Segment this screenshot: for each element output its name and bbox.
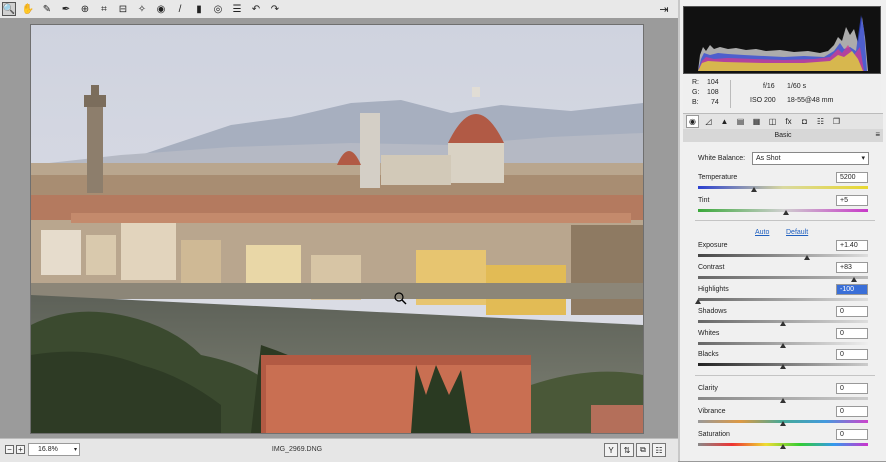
slider-thumb[interactable] [780, 444, 786, 449]
crop-tool-icon[interactable]: ⌗ [97, 2, 111, 16]
rotate-left-icon[interactable]: ↶ [249, 2, 263, 16]
red-eye-tool-icon[interactable]: ◉ [154, 2, 168, 16]
slider-thumb[interactable] [851, 277, 858, 282]
rotate-right-icon[interactable]: ↷ [268, 2, 282, 16]
right-panel: R: 104 G: 108 B: 74 f/16 1/60 s ISO 200 … [680, 0, 886, 461]
tab-split-toning-icon[interactable]: ▦ [750, 115, 763, 128]
contrast-label: Contrast [698, 264, 725, 271]
highlight-clipping-warning[interactable] [869, 7, 878, 13]
slider-thumb[interactable] [780, 421, 786, 426]
tab-basic-icon[interactable]: ◉ [686, 115, 699, 128]
highlights-field[interactable]: -100 [836, 284, 868, 295]
radial-filter-icon[interactable]: ◎ [211, 2, 225, 16]
zoom-tool-icon[interactable]: 🔍 [2, 2, 16, 16]
adjustment-brush-icon[interactable]: / [173, 2, 187, 16]
blacks-label: Blacks [698, 351, 719, 358]
clarity-label: Clarity [698, 385, 718, 392]
iso: ISO 200 [750, 97, 776, 104]
white-balance-label: White Balance: [698, 155, 746, 162]
export-icon[interactable]: ⇥ [657, 2, 671, 16]
exposure-label: Exposure [698, 242, 728, 249]
tab-snapshots-icon[interactable]: ❐ [830, 115, 843, 128]
panel-tabs: ◉ ◿ ▲ ▤ ▦ ◫ fx ◘ ☷ ❐ [683, 113, 883, 129]
temperature-field[interactable]: 5200 [836, 172, 868, 183]
tab-tone-curve-icon[interactable]: ◿ [702, 115, 715, 128]
whites-field[interactable]: 0 [836, 328, 868, 339]
lens-focal-length: 18-55@48 mm [787, 97, 834, 104]
blue-value: 74 [711, 99, 719, 106]
view-settings-icon[interactable]: ☷ [652, 443, 666, 457]
white-balance-tool-icon[interactable]: ✎ [40, 2, 54, 16]
photo-preview[interactable] [30, 24, 644, 434]
clarity-field[interactable]: 0 [836, 383, 868, 394]
tab-hsl-icon[interactable]: ▤ [734, 115, 747, 128]
pixel-readout: R: 104 G: 108 B: 74 f/16 1/60 s ISO 200 … [683, 76, 881, 112]
section-title: Basic ≡ [683, 129, 883, 142]
red-label: R: [692, 79, 699, 86]
tint-field[interactable]: +5 [836, 195, 868, 206]
temperature-label: Temperature [698, 174, 738, 181]
slider-thumb[interactable] [695, 299, 701, 304]
swap-settings-icon[interactable]: ⇅ [620, 443, 634, 457]
blue-label: B: [692, 99, 699, 106]
red-value: 104 [707, 79, 719, 86]
histogram [683, 6, 881, 74]
shadows-field[interactable]: 0 [836, 306, 868, 317]
histogram-graph [698, 15, 868, 71]
shutter-speed: 1/60 s [787, 83, 807, 90]
saturation-label: Saturation [698, 431, 730, 438]
shadows-label: Shadows [698, 308, 727, 315]
tab-detail-icon[interactable]: ▲ [718, 115, 731, 128]
tab-effects-icon[interactable]: fx [782, 115, 795, 128]
panel-menu-icon[interactable]: ≡ [875, 131, 880, 139]
highlights-label: Highlights [698, 286, 729, 293]
readout-divider [730, 80, 731, 108]
targeted-adjustment-tool-icon[interactable]: ⊕ [78, 2, 92, 16]
color-sampler-tool-icon[interactable]: ✒ [59, 2, 73, 16]
slider-thumb[interactable] [780, 321, 786, 326]
preferences-icon[interactable]: ☰ [230, 2, 244, 16]
white-balance-select[interactable]: As Shot ▾ [752, 152, 869, 165]
slider-thumb[interactable] [780, 343, 786, 348]
temperature-slider[interactable] [698, 186, 868, 189]
spot-removal-tool-icon[interactable]: ✧ [135, 2, 149, 16]
hand-tool-icon[interactable]: ✋ [21, 2, 35, 16]
highlights-slider[interactable] [698, 298, 868, 301]
chevron-down-icon: ▾ [861, 155, 865, 162]
slider-thumb[interactable] [783, 210, 790, 215]
tab-presets-icon[interactable]: ☷ [814, 115, 827, 128]
toolbar: 🔍 ✋ ✎ ✒ ⊕ ⌗ ⊟ ✧ ◉ / ▮ ◎ ☰ ↶ ↷ ⇥ [0, 0, 678, 19]
shadow-clipping-warning[interactable] [686, 7, 695, 13]
default-link[interactable]: Default [786, 229, 808, 236]
straighten-tool-icon[interactable]: ⊟ [116, 2, 130, 16]
tab-camera-calibration-icon[interactable]: ◘ [798, 115, 811, 128]
auto-link[interactable]: Auto [755, 229, 769, 236]
graduated-filter-icon[interactable]: ▮ [192, 2, 206, 16]
green-label: G: [692, 89, 700, 96]
contrast-slider[interactable] [698, 276, 868, 279]
divider [695, 220, 875, 221]
florence-cityscape-image [31, 25, 643, 433]
contrast-field[interactable]: +83 [836, 262, 868, 273]
file-name: IMG_2969.DNG [271, 446, 323, 453]
vibrance-label: Vibrance [698, 408, 726, 415]
saturation-field[interactable]: 0 [836, 429, 868, 440]
status-bar: − + 16.8% ▾ IMG_2969.DNG Y ⇅ ⧉ ☷ [0, 438, 678, 462]
exposure-field[interactable]: +1.40 [836, 240, 868, 251]
slider-thumb[interactable] [780, 364, 786, 369]
tab-lens-corrections-icon[interactable]: ◫ [766, 115, 779, 128]
whites-label: Whites [698, 330, 720, 337]
copy-settings-icon[interactable]: ⧉ [636, 443, 650, 457]
blacks-field[interactable]: 0 [836, 349, 868, 360]
green-value: 108 [707, 89, 719, 96]
before-after-toggle-icon[interactable]: Y [604, 443, 618, 457]
slider-thumb[interactable] [780, 398, 786, 403]
aperture: f/16 [763, 83, 775, 90]
slider-thumb[interactable] [803, 255, 810, 260]
slider-thumb[interactable] [751, 187, 758, 192]
tint-label: Tint [698, 197, 710, 204]
exposure-slider[interactable] [698, 254, 868, 257]
vibrance-field[interactable]: 0 [836, 406, 868, 417]
divider [695, 375, 875, 376]
